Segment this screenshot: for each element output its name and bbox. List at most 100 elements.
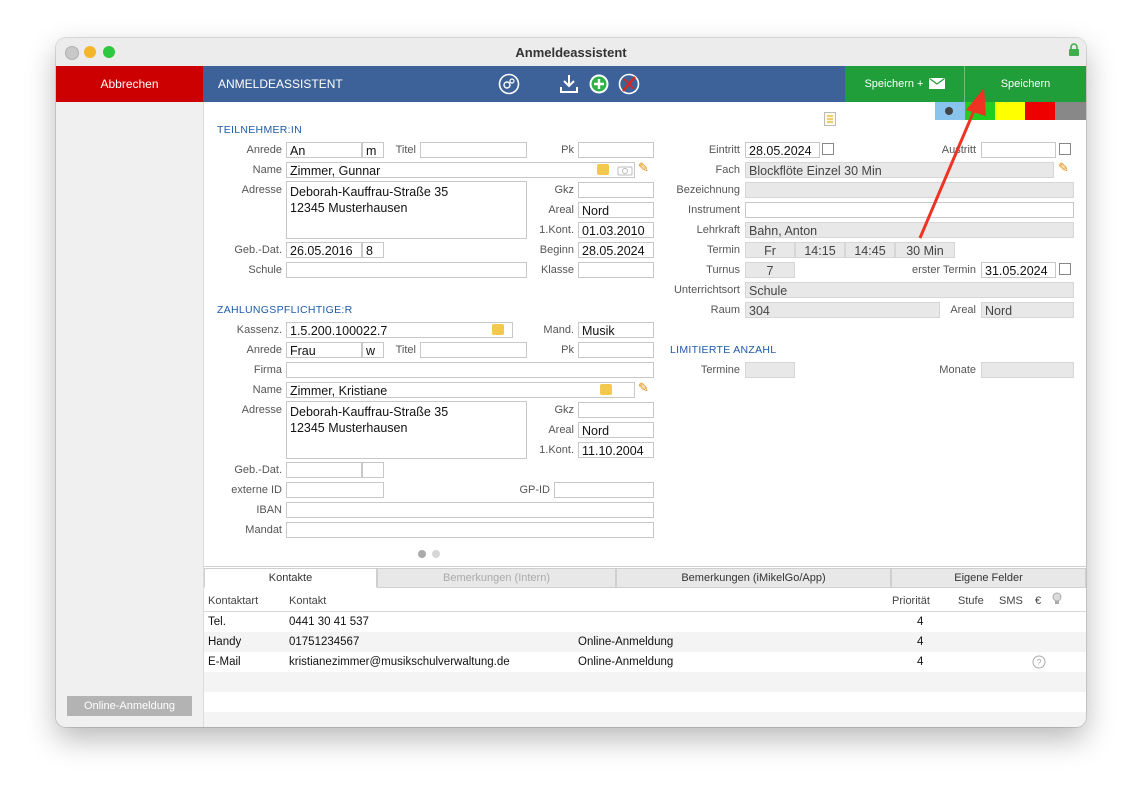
sidebar: Online-Anmeldung bbox=[56, 102, 204, 727]
student-klasse-label: Klasse bbox=[540, 264, 574, 276]
payer-gpid-field[interactable] bbox=[554, 482, 654, 498]
student-adresse-field[interactable]: Deborah-Kauffrau-Straße 35 12345 Musterh… bbox=[286, 181, 527, 239]
tab-bemerkungen-intern[interactable]: Bemerkungen (Intern) bbox=[377, 568, 616, 588]
student-titel-field[interactable] bbox=[420, 142, 527, 158]
monate-field[interactable] bbox=[981, 362, 1074, 378]
payer-adresse-field[interactable]: Deborah-Kauffrau-Straße 35 12345 Musterh… bbox=[286, 401, 527, 459]
student-gkz-field[interactable] bbox=[578, 182, 654, 198]
edit-pencil-icon[interactable]: ✎ bbox=[638, 160, 649, 176]
tab-eigene-felder[interactable]: Eigene Felder bbox=[891, 568, 1086, 588]
student-areal-label: Areal bbox=[548, 204, 574, 216]
termin-label: Termin bbox=[706, 244, 740, 256]
student-name-field[interactable]: Zimmer, Gunnar bbox=[286, 162, 635, 178]
payer-mandat-field[interactable] bbox=[286, 522, 654, 538]
swatch-yellow[interactable] bbox=[995, 102, 1025, 120]
student-titel-label: Titel bbox=[395, 144, 416, 156]
swatch-red[interactable] bbox=[1025, 102, 1055, 120]
note-icon[interactable] bbox=[597, 164, 609, 175]
payer-firma-field[interactable] bbox=[286, 362, 654, 378]
student-gender-field[interactable]: m bbox=[362, 142, 384, 158]
monate-label: Monate bbox=[939, 364, 976, 376]
payer-firma-label: Firma bbox=[253, 364, 282, 376]
student-areal-field[interactable]: Nord bbox=[578, 202, 654, 218]
app-window: Anmeldeassistent Abbrechen ANMELDEASSIST… bbox=[56, 38, 1086, 727]
row-kontaktart: E-Mail bbox=[208, 656, 241, 668]
table-row-empty bbox=[204, 712, 1086, 727]
payer-gkz-field[interactable] bbox=[578, 402, 654, 418]
row-kontaktart: Handy bbox=[208, 636, 242, 648]
fach-field[interactable]: Blockflöte Einzel 30 Min bbox=[745, 162, 1054, 178]
payer-areal-field[interactable]: Nord bbox=[578, 422, 654, 438]
edit-pencil-icon[interactable]: ✎ bbox=[638, 380, 649, 396]
row-prio: 4 bbox=[917, 656, 924, 668]
note-icon[interactable] bbox=[492, 324, 504, 335]
cancel-button[interactable]: Abbrechen bbox=[56, 66, 203, 102]
payer-pk-field[interactable] bbox=[578, 342, 654, 358]
row-prio: 4 bbox=[917, 636, 924, 648]
note-icon[interactable] bbox=[600, 384, 612, 395]
student-kont-field[interactable]: 01.03.2010 bbox=[578, 222, 654, 238]
col-header-kontaktart: Kontaktart bbox=[208, 595, 259, 607]
payer-titel-label: Titel bbox=[395, 344, 416, 356]
raum-field[interactable]: 304 bbox=[745, 302, 940, 318]
edit-pencil-icon[interactable]: ✎ bbox=[1058, 160, 1069, 176]
tabs-divider bbox=[204, 566, 1086, 567]
payer-iban-field[interactable] bbox=[286, 502, 654, 518]
course-areal-field[interactable]: Nord bbox=[981, 302, 1074, 318]
delete-icon[interactable] bbox=[618, 73, 640, 95]
payer-name-field[interactable]: Zimmer, Kristiane bbox=[286, 382, 635, 398]
tab-kontakte[interactable]: Kontakte bbox=[204, 568, 377, 588]
student-klasse-field[interactable] bbox=[578, 262, 654, 278]
payer-gpid-label: GP-ID bbox=[519, 484, 550, 496]
document-list-icon[interactable] bbox=[824, 112, 836, 126]
payer-anrede-field[interactable]: Frau bbox=[286, 342, 362, 358]
payer-gender-field[interactable]: w bbox=[362, 342, 384, 358]
student-beginn-field[interactable]: 28.05.2024 bbox=[578, 242, 654, 258]
termine-label: Termine bbox=[700, 364, 740, 376]
col-header-prioritaet: Priorität bbox=[892, 595, 930, 607]
payer-kont-field[interactable]: 11.10.2004 bbox=[578, 442, 654, 458]
payer-gebdat-label: Geb.-Dat. bbox=[234, 464, 282, 476]
unterrichtsort-field[interactable]: Schule bbox=[745, 282, 1074, 298]
annotation-arrow-icon bbox=[918, 88, 986, 239]
swatch-gray[interactable] bbox=[1055, 102, 1086, 120]
student-schule-field[interactable] bbox=[286, 262, 527, 278]
payer-extid-field[interactable] bbox=[286, 482, 384, 498]
page-dot-active[interactable] bbox=[418, 550, 426, 558]
gears-icon[interactable] bbox=[498, 73, 520, 95]
payer-titel-field[interactable] bbox=[420, 342, 527, 358]
tab-bemerkungen-app[interactable]: Bemerkungen (iMikelGo/App) bbox=[616, 568, 891, 588]
payer-kassenz-field[interactable]: 1.5.200.100022.7 bbox=[286, 322, 513, 338]
termin-day-field[interactable]: Fr bbox=[745, 242, 795, 258]
eintritt-field[interactable]: 28.05.2024 bbox=[745, 142, 820, 158]
payer-mand-field[interactable]: Musik bbox=[578, 322, 654, 338]
termine-field[interactable] bbox=[745, 362, 795, 378]
student-pk-field[interactable] bbox=[578, 142, 654, 158]
payer-mandat-label: Mandat bbox=[245, 524, 282, 536]
online-registration-button[interactable]: Online-Anmeldung bbox=[67, 696, 192, 716]
add-icon[interactable] bbox=[588, 73, 610, 95]
student-gebdat-field[interactable]: 26.05.2016 bbox=[286, 242, 362, 258]
termin-from-field[interactable]: 14:15 bbox=[795, 242, 845, 258]
student-beginn-label: Beginn bbox=[539, 244, 574, 256]
course-areal-label: Areal bbox=[950, 304, 976, 316]
window-title: Anmeldeassistent bbox=[515, 45, 627, 60]
erster-termin-field[interactable]: 31.05.2024 bbox=[981, 262, 1056, 278]
bezeichnung-label: Bezeichnung bbox=[676, 184, 740, 196]
turnus-field[interactable]: 7 bbox=[745, 262, 795, 278]
calendar-icon[interactable] bbox=[1059, 263, 1071, 275]
calendar-icon[interactable] bbox=[822, 143, 834, 155]
calendar-icon[interactable] bbox=[1059, 143, 1071, 155]
student-anrede-field[interactable]: An bbox=[286, 142, 362, 158]
termin-to-field[interactable]: 14:45 bbox=[845, 242, 895, 258]
help-icon[interactable]: ? bbox=[1032, 655, 1046, 669]
payer-gebdat-field[interactable] bbox=[286, 462, 362, 478]
table-row-empty bbox=[204, 692, 1086, 712]
page-dot[interactable] bbox=[432, 550, 440, 558]
row-note: Online-Anmeldung bbox=[578, 636, 674, 648]
payer-name-label: Name bbox=[252, 384, 282, 396]
download-icon[interactable] bbox=[558, 73, 580, 95]
payer-anrede-label: Anrede bbox=[246, 344, 282, 356]
camera-icon[interactable] bbox=[617, 164, 633, 176]
lehrkraft-label: Lehrkraft bbox=[696, 224, 740, 236]
